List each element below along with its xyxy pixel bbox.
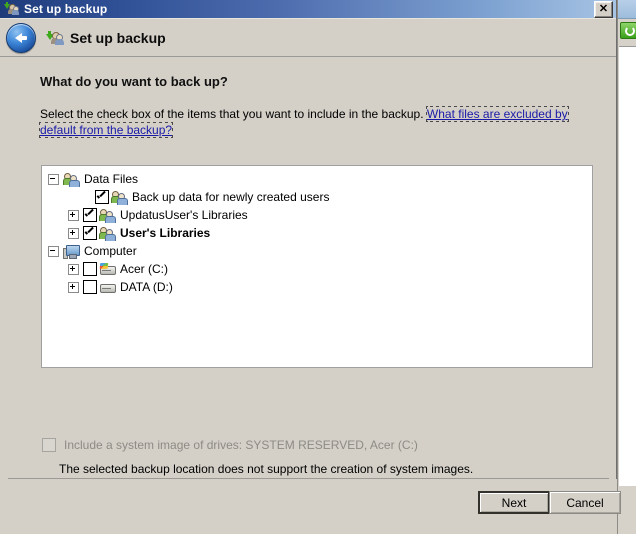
system-image-checkbox: [42, 438, 56, 452]
tree-item[interactable]: DATA (D:): [42, 278, 592, 296]
tree-item-checkbox[interactable]: [83, 280, 97, 294]
background-window-titlebar: [618, 0, 636, 19]
instructions-text: Select the check box of the items that y…: [40, 107, 427, 121]
tree-item-label: DATA (D:): [120, 280, 173, 294]
tree-item-checkbox[interactable]: [95, 190, 109, 204]
expand-icon[interactable]: [68, 227, 79, 239]
users-icon: [99, 208, 116, 223]
computer-icon: [63, 244, 80, 259]
backup-items-tree[interactable]: Data Files Back up data for newly created…: [41, 165, 593, 368]
background-window-content: [619, 46, 636, 487]
tree-item[interactable]: Back up data for newly created users: [42, 188, 592, 206]
set-up-backup-dialog: Set up backup ✕ Set up backup What do yo…: [0, 0, 621, 534]
tree-item[interactable]: Acer (C:): [42, 260, 592, 278]
tree-item-label: Acer (C:): [120, 262, 168, 276]
tree-item[interactable]: Computer: [42, 242, 592, 260]
dialog-body: What do you want to back up? Select the …: [0, 57, 616, 478]
expand-icon[interactable]: [68, 263, 79, 275]
page-title: What do you want to back up?: [40, 74, 228, 89]
refresh-icon: [620, 22, 636, 39]
tree-item-label: Computer: [84, 244, 137, 258]
drive-icon: [99, 280, 116, 294]
users-icon: [63, 172, 80, 187]
back-arrow-icon[interactable]: [6, 22, 36, 53]
dialog-footer: Next Cancel: [0, 479, 621, 534]
tree-item-label: Data Files: [84, 172, 139, 186]
wizard-title: Set up backup: [70, 29, 166, 46]
tree-item-checkbox[interactable]: [83, 262, 97, 276]
tree-item-label: User's Libraries: [120, 226, 211, 240]
close-icon[interactable]: ✕: [594, 1, 613, 18]
background-window[interactable]: [617, 0, 636, 534]
users-icon: [111, 190, 128, 205]
background-window-footer: [619, 486, 636, 534]
wizard-header: Set up backup: [0, 19, 616, 57]
collapse-icon[interactable]: [48, 173, 59, 185]
collapse-icon[interactable]: [48, 245, 59, 257]
system-image-option: Include a system image of drives: SYSTEM…: [42, 438, 418, 452]
expand-icon[interactable]: [68, 209, 79, 221]
tree-item[interactable]: UpdatusUser's Libraries: [42, 206, 592, 224]
system-image-label: Include a system image of drives: SYSTEM…: [64, 438, 418, 452]
instructions: Select the check box of the items that y…: [39, 106, 580, 138]
backup-users-icon: [4, 2, 20, 16]
tree-item-checkbox[interactable]: [83, 208, 97, 222]
system-image-note: The selected backup location does not su…: [59, 462, 474, 476]
cancel-button[interactable]: Cancel: [549, 491, 621, 514]
tree-item-checkbox[interactable]: [83, 226, 97, 240]
tree-item-label: Back up data for newly created users: [132, 190, 330, 204]
expand-icon[interactable]: [68, 281, 79, 293]
users-icon: [99, 226, 116, 241]
titlebar[interactable]: Set up backup ✕: [0, 0, 616, 19]
system-drive-icon: [99, 262, 116, 276]
next-button[interactable]: Next: [478, 491, 550, 514]
tree-item[interactable]: Data Files: [42, 170, 592, 188]
backup-users-icon: [46, 30, 64, 46]
window-title: Set up backup: [24, 2, 108, 16]
tree-item[interactable]: User's Libraries: [42, 224, 592, 242]
tree-item-label: UpdatusUser's Libraries: [120, 208, 248, 222]
